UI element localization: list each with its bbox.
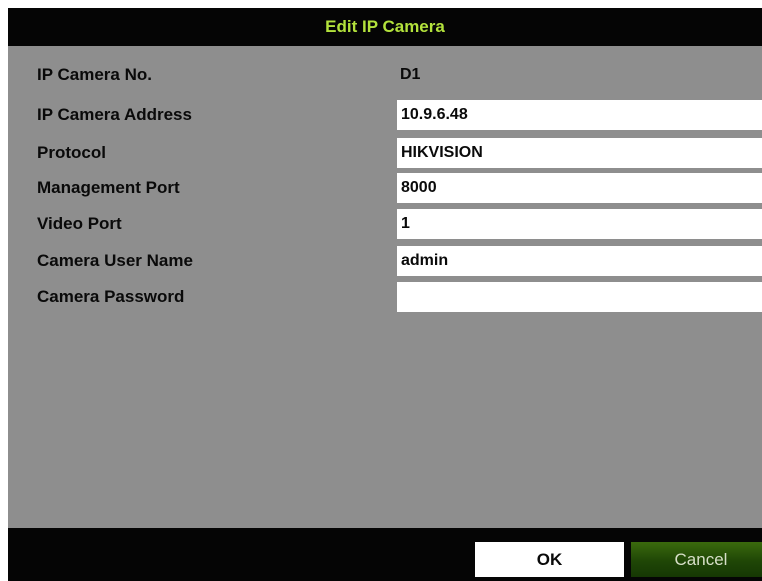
camera-address-label: IP Camera Address <box>37 105 192 124</box>
protocol-row: Protocol HIKVISION <box>8 138 762 168</box>
video-port-field[interactable]: 1 <box>397 209 762 239</box>
edit-ip-camera-dialog: Edit IP Camera IP Camera No. D1 IP Camer… <box>8 8 762 581</box>
protocol-select[interactable]: HIKVISION <box>397 138 762 168</box>
password-field[interactable] <box>397 282 762 312</box>
management-port-row: Management Port 8000 <box>8 173 762 203</box>
camera-no-row: IP Camera No. D1 <box>8 60 762 90</box>
user-name-field[interactable]: admin <box>397 246 762 276</box>
dialog-title: Edit IP Camera <box>325 17 445 36</box>
dialog-title-bar: Edit IP Camera <box>8 8 762 46</box>
video-port-row: Video Port 1 <box>8 209 762 239</box>
camera-address-field[interactable]: 10.9.6.48 <box>397 100 762 130</box>
dialog-footer: OK Cancel <box>8 528 762 581</box>
management-port-field[interactable]: 8000 <box>397 173 762 203</box>
camera-no-label: IP Camera No. <box>37 65 152 84</box>
video-port-label: Video Port <box>37 214 122 233</box>
user-name-row: Camera User Name admin <box>8 246 762 276</box>
camera-no-value: D1 <box>400 66 421 83</box>
ok-button[interactable]: OK <box>475 542 624 577</box>
protocol-label: Protocol <box>37 143 106 162</box>
cancel-button[interactable]: Cancel <box>631 542 762 577</box>
camera-address-row: IP Camera Address 10.9.6.48 <box>8 100 762 130</box>
password-label: Camera Password <box>37 287 185 306</box>
user-name-label: Camera User Name <box>37 251 193 270</box>
password-row: Camera Password <box>8 282 762 312</box>
management-port-label: Management Port <box>37 178 180 197</box>
